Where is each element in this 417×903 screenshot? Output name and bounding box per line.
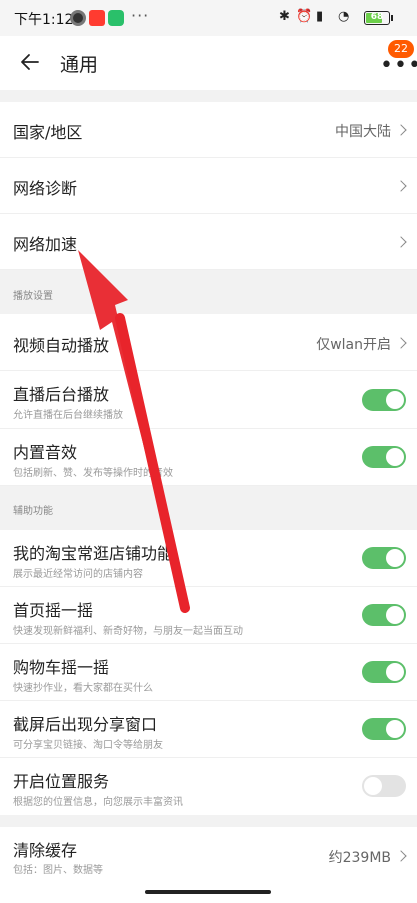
toggle-switch[interactable] <box>362 547 406 569</box>
shield-notification-icon <box>108 10 124 26</box>
chevron-right-icon <box>395 236 407 248</box>
row-label: 清除缓存 <box>13 841 78 860</box>
toggle-switch[interactable] <box>362 775 406 797</box>
toggle-switch[interactable] <box>362 389 406 411</box>
toggle-switch[interactable] <box>362 661 406 683</box>
bluetooth-icon: ✱ <box>279 9 290 24</box>
section-title: 辅助功能 <box>13 506 53 517</box>
row-subtitle: 快速抄作业，看大家都在买什么 <box>13 683 153 694</box>
row-label: 首页摇一摇 <box>13 601 94 620</box>
battery-icon: 68 <box>364 11 390 25</box>
alarm-icon: ⏰ <box>296 9 313 24</box>
status-bar: 下午1:12 ··· ✱ ⏰ ▮ ◔ 68 <box>0 0 417 36</box>
row-label: 网络诊断 <box>13 179 78 198</box>
row-subtitle: 根据您的位置信息，向您展示丰富资讯 <box>13 797 183 808</box>
notification-badge: 22 <box>388 40 414 58</box>
toggle-switch[interactable] <box>362 446 406 468</box>
wifi-icon: ◔ <box>338 9 350 24</box>
more-menu-icon[interactable]: ••• <box>380 55 417 77</box>
row-network-acceleration[interactable]: 网络加速 <box>0 214 417 270</box>
back-arrow-icon[interactable] <box>18 50 42 74</box>
signal-icon: ▮ <box>316 9 324 24</box>
row-label: 开启位置服务 <box>13 772 110 791</box>
section-gap <box>0 815 417 827</box>
home-indicator <box>145 890 271 894</box>
row-video-autoplay[interactable]: 视频自动播放 仅wlan开启 <box>0 314 417 371</box>
app-notification-icon <box>89 10 105 26</box>
chevron-right-icon <box>395 337 407 349</box>
row-value: 约239MB <box>328 850 391 866</box>
section-title: 播放设置 <box>13 291 53 302</box>
row-label: 我的淘宝常逛店铺功能 <box>13 544 174 563</box>
row-label: 截屏后出现分享窗口 <box>13 715 158 734</box>
row-builtin-sound: 内置音效 包括刷新、赞、发布等操作时的音效 <box>0 429 417 486</box>
row-label: 内置音效 <box>13 443 78 462</box>
section-header-assist: 辅助功能 <box>0 486 417 530</box>
row-live-background-play: 直播后台播放 允许直播在后台继续播放 <box>0 371 417 429</box>
row-country-region[interactable]: 国家/地区 中国大陆 <box>0 102 417 158</box>
row-subtitle: 允许直播在后台继续播放 <box>13 410 123 421</box>
nav-header: 通用 ••• 22 <box>0 36 417 90</box>
row-home-shake: 首页摇一摇 快速发现新鲜福利、新奇好物，与朋友一起当面互动 <box>0 587 417 644</box>
row-screenshot-share: 截屏后出现分享窗口 可分享宝贝链接、淘口令等给朋友 <box>0 701 417 758</box>
section-gap <box>0 90 417 102</box>
status-time: 下午1:12 <box>14 12 74 28</box>
toggle-switch[interactable] <box>362 718 406 740</box>
app-notification-icon <box>70 10 86 26</box>
row-subtitle: 快速发现新鲜福利、新奇好物，与朋友一起当面互动 <box>13 626 243 637</box>
row-subtitle: 包括：图片、数据等 <box>13 865 103 876</box>
row-frequent-shops: 我的淘宝常逛店铺功能 展示最近经常访问的店铺内容 <box>0 530 417 587</box>
row-value: 仅wlan开启 <box>316 337 391 353</box>
row-label: 视频自动播放 <box>13 336 110 355</box>
chevron-right-icon <box>395 180 407 192</box>
row-subtitle: 包括刷新、赞、发布等操作时的音效 <box>13 468 173 479</box>
row-label: 直播后台播放 <box>13 385 110 404</box>
row-cart-shake: 购物车摇一摇 快速抄作业，看大家都在买什么 <box>0 644 417 701</box>
chevron-right-icon <box>395 850 407 862</box>
row-value: 中国大陆 <box>335 124 391 140</box>
page-title: 通用 <box>60 54 99 76</box>
row-label: 购物车摇一摇 <box>13 658 110 677</box>
row-subtitle: 可分享宝贝链接、淘口令等给朋友 <box>13 740 163 751</box>
row-label: 网络加速 <box>13 235 78 254</box>
section-header-playback: 播放设置 <box>0 270 417 314</box>
row-clear-cache[interactable]: 清除缓存 包括：图片、数据等 约239MB <box>0 827 417 883</box>
toggle-switch[interactable] <box>362 604 406 626</box>
row-location-service: 开启位置服务 根据您的位置信息，向您展示丰富资讯 <box>0 758 417 815</box>
row-label: 国家/地区 <box>13 123 83 142</box>
row-network-diagnosis[interactable]: 网络诊断 <box>0 158 417 214</box>
battery-tip <box>391 15 393 21</box>
more-notifications-icon: ··· <box>131 6 150 25</box>
chevron-right-icon <box>395 124 407 136</box>
row-subtitle: 展示最近经常访问的店铺内容 <box>13 569 143 580</box>
